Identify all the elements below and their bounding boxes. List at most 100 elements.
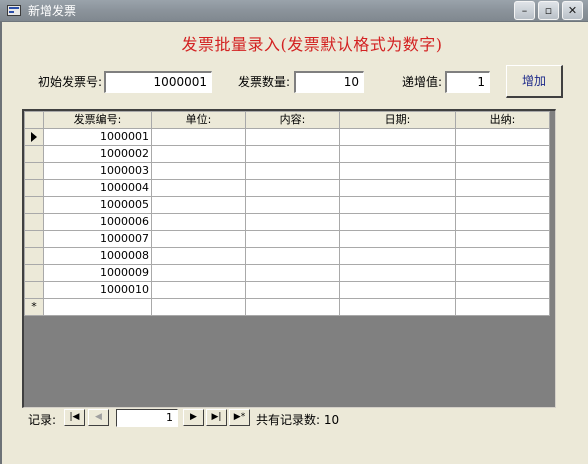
minimize-button[interactable]: – xyxy=(514,1,535,20)
cell-cashier[interactable] xyxy=(455,128,550,146)
count-field[interactable]: 10 xyxy=(294,71,364,93)
cell-cashier[interactable] xyxy=(455,145,550,163)
cell-cashier[interactable] xyxy=(455,196,550,214)
cell-invoice-no[interactable]: 1000003 xyxy=(43,162,152,180)
cell-date[interactable] xyxy=(339,145,456,163)
cell-date[interactable] xyxy=(339,179,456,197)
cell-cashier[interactable] xyxy=(455,264,550,282)
row-selector[interactable] xyxy=(24,145,44,163)
cell-content[interactable] xyxy=(245,281,340,299)
table-row[interactable]: 1000004 xyxy=(24,179,550,197)
cell-unit[interactable] xyxy=(151,247,246,265)
table-row[interactable]: 1000003 xyxy=(24,162,550,180)
new-record-button[interactable]: ▶* xyxy=(229,409,250,426)
cell-content[interactable] xyxy=(245,128,340,146)
cell-unit[interactable] xyxy=(151,162,246,180)
cell-unit[interactable] xyxy=(151,128,246,146)
cell-content[interactable] xyxy=(245,298,340,316)
cell-unit[interactable] xyxy=(151,213,246,231)
first-record-icon: |◀ xyxy=(69,412,80,422)
row-selector[interactable] xyxy=(24,230,44,248)
close-button[interactable]: ✕ xyxy=(562,1,583,20)
cell-date[interactable] xyxy=(339,128,456,146)
table-row[interactable]: 1000005 xyxy=(24,196,550,214)
form-window-icon[interactable] xyxy=(7,5,21,16)
cell-cashier[interactable] xyxy=(455,230,550,248)
cell-unit[interactable] xyxy=(151,179,246,197)
cell-content[interactable] xyxy=(245,264,340,282)
title-bar: 新增发票 – ▫ ✕ xyxy=(0,0,588,22)
cell-content[interactable] xyxy=(245,196,340,214)
cell-unit[interactable] xyxy=(151,281,246,299)
table-row[interactable]: 1000001 xyxy=(24,128,550,146)
cell-date[interactable] xyxy=(339,213,456,231)
cell-invoice-no[interactable]: 1000004 xyxy=(43,179,152,197)
start-number-field[interactable]: 1000001 xyxy=(104,71,212,93)
cell-unit[interactable] xyxy=(151,230,246,248)
add-button[interactable]: 增加 xyxy=(506,65,563,98)
cell-date[interactable] xyxy=(339,247,456,265)
cell-content[interactable] xyxy=(245,213,340,231)
previous-record-icon: ◀ xyxy=(95,412,102,422)
row-selector[interactable] xyxy=(24,179,44,197)
cell-date[interactable] xyxy=(339,196,456,214)
last-record-button[interactable]: ▶| xyxy=(206,409,227,426)
table-row[interactable]: 1000008 xyxy=(24,247,550,265)
row-selector[interactable] xyxy=(24,128,44,146)
new-record-row[interactable]: * xyxy=(24,298,550,316)
cell-cashier[interactable] xyxy=(455,298,550,316)
cell-content[interactable] xyxy=(245,179,340,197)
cell-invoice-no[interactable]: 1000006 xyxy=(43,213,152,231)
table-row[interactable]: 1000010 xyxy=(24,281,550,299)
row-selector[interactable] xyxy=(24,196,44,214)
restore-button[interactable]: ▫ xyxy=(538,1,559,20)
cell-date[interactable] xyxy=(339,162,456,180)
table-row[interactable]: 1000006 xyxy=(24,213,550,231)
cell-invoice-no[interactable]: 1000005 xyxy=(43,196,152,214)
cell-unit[interactable] xyxy=(151,264,246,282)
cell-unit[interactable] xyxy=(151,196,246,214)
column-header-date[interactable]: 日期: xyxy=(339,111,456,129)
cell-content[interactable] xyxy=(245,162,340,180)
cell-invoice-no[interactable]: 1000001 xyxy=(43,128,152,146)
row-selector[interactable] xyxy=(24,264,44,282)
cell-invoice-no[interactable]: 1000010 xyxy=(43,281,152,299)
previous-record-button[interactable]: ◀ xyxy=(88,409,109,426)
row-selector[interactable] xyxy=(24,213,44,231)
column-header-invoice-no[interactable]: 发票编号: xyxy=(43,111,152,129)
column-header-content[interactable]: 内容: xyxy=(245,111,340,129)
row-selector[interactable] xyxy=(24,281,44,299)
cell-content[interactable] xyxy=(245,247,340,265)
cell-unit[interactable] xyxy=(151,145,246,163)
table-row[interactable]: 1000009 xyxy=(24,264,550,282)
table-row[interactable]: 1000002 xyxy=(24,145,550,163)
cell-content[interactable] xyxy=(245,230,340,248)
cell-content[interactable] xyxy=(245,145,340,163)
cell-cashier[interactable] xyxy=(455,247,550,265)
cell-date[interactable] xyxy=(339,264,456,282)
cell-unit[interactable] xyxy=(151,298,246,316)
select-all-corner[interactable] xyxy=(24,111,44,129)
cell-date[interactable] xyxy=(339,298,456,316)
column-header-unit[interactable]: 单位: xyxy=(151,111,246,129)
step-field[interactable]: 1 xyxy=(445,71,490,93)
cell-date[interactable] xyxy=(339,281,456,299)
new-record-marker[interactable]: * xyxy=(24,298,44,316)
cell-cashier[interactable] xyxy=(455,213,550,231)
first-record-button[interactable]: |◀ xyxy=(64,409,85,426)
column-header-cashier[interactable]: 出纳: xyxy=(455,111,550,129)
cell-invoice-no[interactable]: 1000008 xyxy=(43,247,152,265)
cell-date[interactable] xyxy=(339,230,456,248)
row-selector[interactable] xyxy=(24,247,44,265)
cell-invoice-no[interactable]: 1000007 xyxy=(43,230,152,248)
cell-invoice-no[interactable]: 1000002 xyxy=(43,145,152,163)
cell-invoice-no[interactable]: 1000009 xyxy=(43,264,152,282)
row-selector[interactable] xyxy=(24,162,44,180)
cell-cashier[interactable] xyxy=(455,179,550,197)
current-record-field[interactable]: 1 xyxy=(116,409,178,427)
cell-cashier[interactable] xyxy=(455,162,550,180)
table-row[interactable]: 1000007 xyxy=(24,230,550,248)
next-record-button[interactable]: ▶ xyxy=(183,409,204,426)
cell-invoice-no[interactable] xyxy=(43,298,152,316)
cell-cashier[interactable] xyxy=(455,281,550,299)
